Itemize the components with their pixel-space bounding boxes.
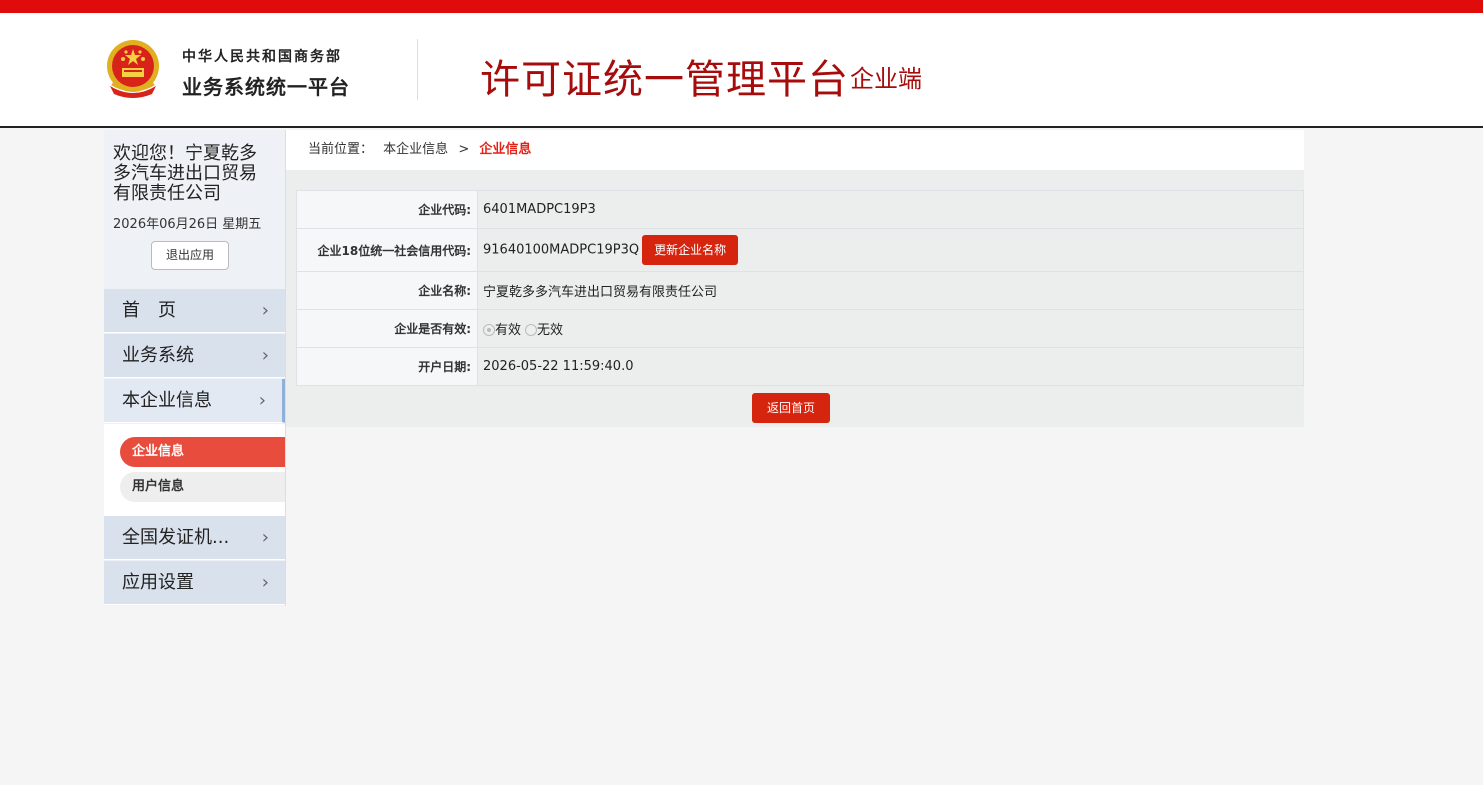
update-company-name-button[interactable]: 更新企业名称 [642,235,739,265]
table-row: 企业是否有效: 有效 无效 [296,309,1304,348]
current-date: 2026年06月26日 星期五 [113,217,262,232]
field-label: 企业名称: [296,271,478,310]
system-name: 业务系统统一平台 [182,75,350,99]
subnav-item-enterprise-info[interactable]: 企业信息 [120,437,285,467]
breadcrumb-current: 企业信息 [479,142,532,157]
platform-subtitle: 企业端 [850,65,922,93]
top-red-bar [0,0,1483,13]
chevron-right-icon: › [261,300,269,321]
chevron-right-icon: › [261,527,269,548]
sidebar-item-label: 首 页 [122,300,176,321]
sidebar-item-company-info[interactable]: 本企业信息 › [104,379,285,423]
table-row: 开户日期: 2026-05-22 11:59:40.0 [296,347,1304,386]
radio-valid-label: 有效 [495,323,522,338]
ministry-name: 中华人民共和国商务部 [182,49,342,65]
radio-valid[interactable] [483,324,495,336]
platform-title: 许可证统一管理平台 [480,57,849,103]
table-row: 企业代码: 6401MADPC19P3 [296,190,1304,229]
sidebar: 欢迎您！宁夏乾多多汽车进出口贸易有限责任公司 2026年06月26日 星期五 退… [104,130,286,606]
field-label: 企业是否有效: [296,309,478,348]
sidebar-subnav: 企业信息 用户信息 [104,424,285,516]
chevron-right-icon: › [258,390,266,411]
national-emblem-icon [107,40,159,98]
enterprise-code-value: 6401MADPC19P3 [477,190,1304,229]
breadcrumb-parent[interactable]: 本企业信息 [383,142,448,157]
field-label: 企业代码: [296,190,478,229]
company-name-value: 宁夏乾多多汽车进出口贸易有限责任公司 [477,271,1304,310]
main-content: 当前位置： 本企业信息 > 企业信息 企业代码: 6401MADPC19P3 企… [286,130,1304,427]
subnav-item-user-info[interactable]: 用户信息 [120,472,285,502]
table-row: 企业18位统一社会信用代码: 91640100MADPC19P3Q 更新企业名称 [296,228,1304,272]
sidebar-item-app-settings[interactable]: 应用设置 › [104,561,285,605]
open-date-value: 2026-05-22 11:59:40.0 [477,347,1304,386]
chevron-right-icon: › [261,345,269,366]
sidebar-item-label: 全国发证机... [122,527,230,548]
sidebar-item-issuing-authority[interactable]: 全国发证机... › [104,516,285,560]
breadcrumb: 当前位置： 本企业信息 > 企业信息 [286,130,1304,170]
sidebar-item-label: 业务系统 [122,345,194,366]
sidebar-item-business-system[interactable]: 业务系统 › [104,334,285,378]
radio-invalid-label: 无效 [537,323,564,338]
sidebar-item-home[interactable]: 首 页 › [104,289,285,333]
back-home-button[interactable]: 返回首页 [752,393,830,423]
table-row: 企业名称: 宁夏乾多多汽车进出口贸易有限责任公司 [296,271,1304,310]
breadcrumb-separator: > [458,142,470,157]
sidebar-item-label: 本企业信息 [122,390,212,411]
enterprise-info-table: 企业代码: 6401MADPC19P3 企业18位统一社会信用代码: 91640… [296,190,1304,386]
logout-button[interactable]: 退出应用 [151,241,229,270]
welcome-text: 欢迎您！宁夏乾多多汽车进出口贸易有限责任公司 [113,143,257,204]
credit-code-value: 91640100MADPC19P3Q [483,242,640,258]
sidebar-item-label: 应用设置 [122,572,194,593]
radio-invalid[interactable] [525,324,538,336]
header: 中华人民共和国商务部 业务系统统一平台 许可证统一管理平台 企业端 [0,13,1483,128]
header-divider [417,39,418,100]
breadcrumb-prefix: 当前位置： [308,142,374,157]
field-label: 开户日期: [296,347,478,386]
field-label: 企业18位统一社会信用代码: [296,228,478,272]
chevron-right-icon: › [261,572,269,593]
